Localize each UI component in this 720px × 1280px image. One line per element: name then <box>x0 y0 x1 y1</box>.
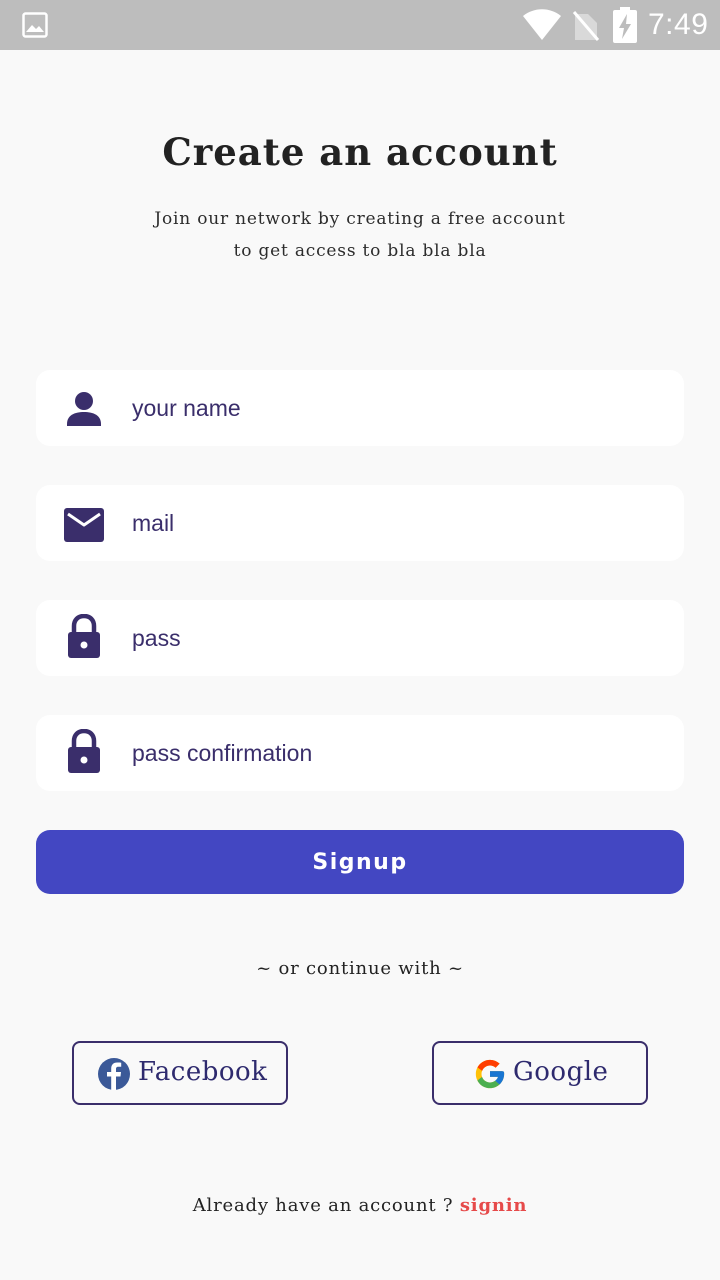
no-sim-icon <box>572 11 600 41</box>
password-confirmation-field[interactable] <box>36 715 684 791</box>
facebook-icon <box>98 1058 130 1090</box>
signup-button[interactable]: Signup <box>36 830 684 894</box>
lock-icon <box>68 729 100 773</box>
gallery-icon <box>22 12 48 38</box>
google-icon <box>475 1059 505 1089</box>
password-input[interactable] <box>132 600 672 676</box>
signin-link[interactable]: signin <box>460 1195 527 1216</box>
mail-field[interactable] <box>36 485 684 561</box>
continue-with-divider: ~ or continue with ~ <box>256 958 464 979</box>
status-time: 7:49 <box>648 8 709 41</box>
email-input[interactable] <box>132 485 672 561</box>
person-icon <box>67 392 101 426</box>
mail-icon <box>64 508 104 542</box>
name-input[interactable] <box>132 370 672 446</box>
wifi-icon <box>523 9 561 40</box>
name-field[interactable] <box>36 370 684 446</box>
page-subtitle: Join our network by creating a free acco… <box>0 203 720 267</box>
status-bar: 7:49 <box>0 0 720 50</box>
google-label: Google <box>513 1057 609 1087</box>
lock-icon <box>68 614 100 658</box>
google-button[interactable]: Google <box>432 1041 648 1105</box>
subtitle-line-1: Join our network by creating a free acco… <box>154 209 566 229</box>
battery-charging-icon <box>613 7 637 43</box>
page-title: Create an account <box>162 130 558 174</box>
signin-prompt: Already have an account ? signin <box>0 1195 720 1216</box>
facebook-label: Facebook <box>138 1057 268 1087</box>
already-have-account-text: Already have an account ? <box>192 1195 454 1216</box>
subtitle-line-2: to get access to bla bla bla <box>233 241 487 261</box>
password-field[interactable] <box>36 600 684 676</box>
password-confirmation-input[interactable] <box>132 715 672 791</box>
facebook-button[interactable]: Facebook <box>72 1041 288 1105</box>
